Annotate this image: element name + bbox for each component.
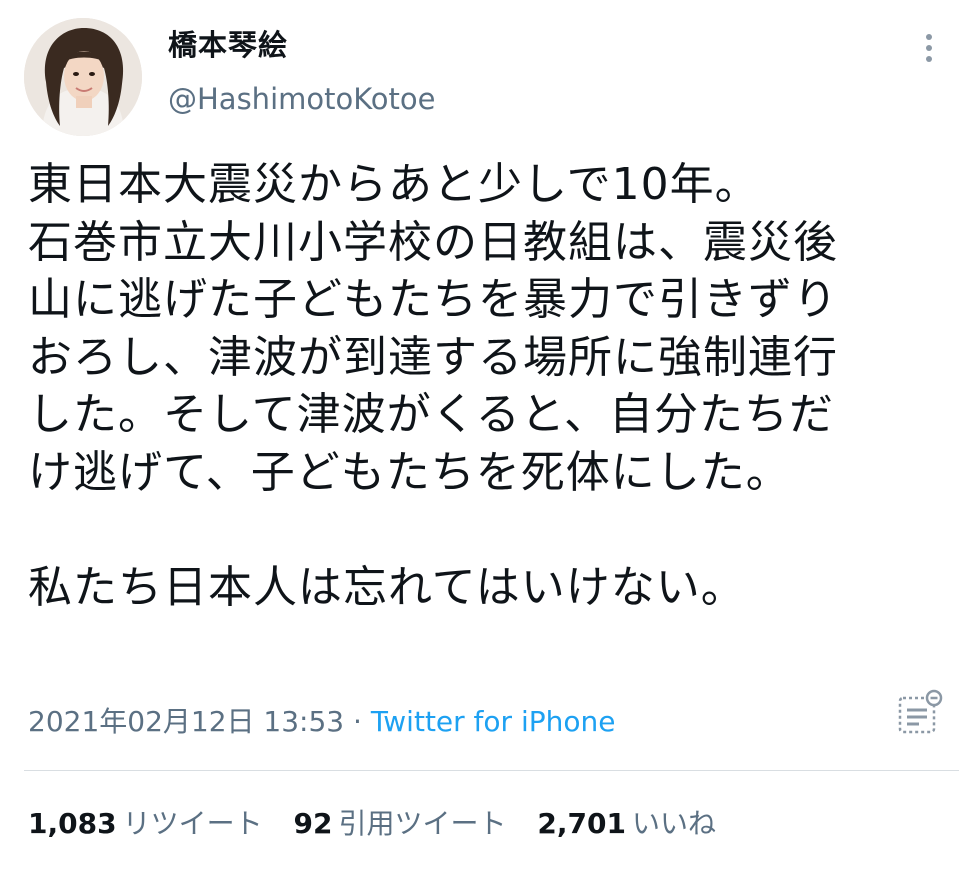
- tweet-line: 山に逃げた子どもたちを暴力で引きずり: [28, 274, 838, 325]
- tweet-stats: 1,083 リツイート 92 引用ツイート 2,701 いいね: [28, 804, 738, 844]
- quotes-label: 引用ツイート: [338, 807, 507, 840]
- tweet-meta: 2021年02月12日 13:53 · Twitter for iPhone: [28, 702, 615, 742]
- source-link[interactable]: Twitter for iPhone: [371, 705, 616, 738]
- tweet-paragraph: 東日本大震災からあと少しで10年。 石巻市立大川小学校の日教組は、震災後 山に逃…: [28, 156, 938, 501]
- tweet-paragraph: 私たち日本人は忘れてはいけない。: [28, 561, 746, 613]
- tweet-line: おろし、津波が到達する場所に強制連行: [28, 331, 838, 383]
- retweets-label: リツイート: [122, 807, 263, 840]
- tweet-card: 橋本琴絵 @HashimotoKotoe 東日本大震災からあと少しで10年。 石…: [0, 0, 959, 869]
- timestamp[interactable]: 2021年02月12日 13:53: [28, 705, 344, 738]
- avatar-photo: [24, 18, 142, 136]
- analytics-button[interactable]: [892, 688, 946, 738]
- retweets-stat[interactable]: 1,083 リツイート: [28, 804, 263, 844]
- analytics-icon: [898, 689, 943, 734]
- more-options-button[interactable]: [915, 28, 943, 68]
- tweet-line: け逃げて、子どもたちを死体にした。: [28, 446, 791, 498]
- tweet-line: 石巻市立大川小学校の日教組は、震災後: [28, 216, 838, 268]
- divider: [24, 770, 959, 771]
- likes-stat[interactable]: 2,701 いいね: [537, 804, 716, 844]
- retweets-count: 1,083: [28, 807, 117, 840]
- author-block[interactable]: 橋本琴絵 @HashimotoKotoe: [168, 28, 436, 116]
- meta-separator: ·: [344, 705, 371, 738]
- quotes-count: 92: [293, 807, 333, 840]
- display-name[interactable]: 橋本琴絵: [168, 28, 436, 62]
- quotes-stat[interactable]: 92 引用ツイート: [294, 804, 507, 844]
- likes-label: いいね: [631, 807, 716, 840]
- tweet-line: 東日本大震災からあと少しで10年。: [28, 159, 760, 210]
- tweet-text: 東日本大震災からあと少しで10年。 石巻市立大川小学校の日教組は、震災後 山に逃…: [28, 156, 938, 616]
- avatar[interactable]: [24, 18, 142, 136]
- vertical-ellipsis-icon: [926, 34, 932, 62]
- user-handle[interactable]: @HashimotoKotoe: [168, 82, 436, 116]
- likes-count: 2,701: [537, 807, 626, 840]
- tweet-line: した。そして津波がくると、自分たちだ: [28, 389, 835, 440]
